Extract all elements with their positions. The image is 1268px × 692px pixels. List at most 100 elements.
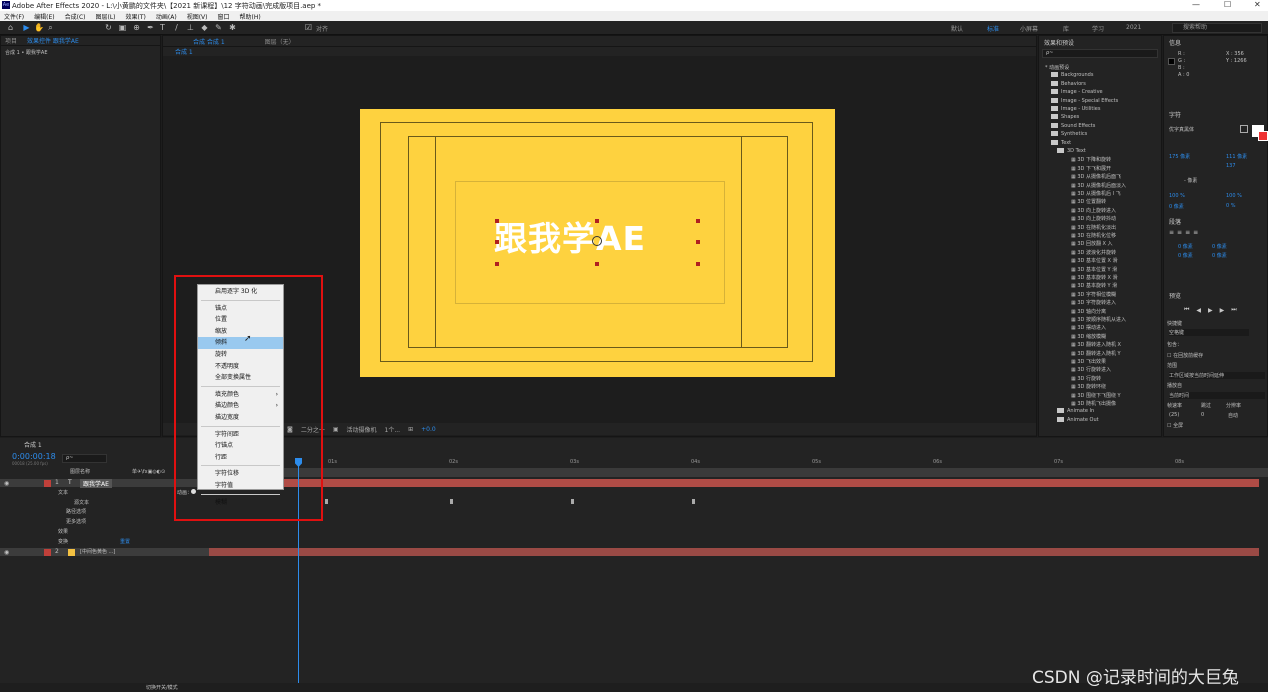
cache-checkbox[interactable]: ☐ 在回放前缓存 — [1167, 352, 1203, 359]
effects-preset-item[interactable]: ▦ 3D 行旋转 — [1071, 375, 1101, 382]
path-options-group[interactable]: 路径选项 — [66, 508, 86, 515]
type-tool-icon[interactable]: T — [158, 23, 167, 32]
context-menu-item[interactable]: 旋转 — [198, 349, 283, 361]
roto-brush-tool-icon[interactable]: ✎ — [214, 23, 223, 32]
transform-handle[interactable] — [595, 262, 599, 266]
effects-folder[interactable]: Backgrounds — [1051, 72, 1093, 78]
context-menu-item[interactable]: 不透明度 — [198, 361, 283, 373]
effects-folder[interactable]: Image - Utilities — [1051, 106, 1100, 112]
effects-folder[interactable]: Behaviors — [1051, 80, 1086, 87]
effects-folder[interactable]: Synthetics — [1051, 131, 1087, 137]
region-icon[interactable]: ▣ — [333, 426, 339, 433]
tab-effect-controls[interactable]: 效果控件 跟我学AE — [27, 36, 79, 45]
keyframe[interactable] — [325, 499, 328, 504]
transform-handle[interactable] — [495, 240, 499, 244]
transform-handle[interactable] — [495, 219, 499, 223]
maximize-button[interactable]: ☐ — [1224, 0, 1231, 9]
effects-preset-item[interactable]: ▦ 3D 翻转进入随机 Y — [1071, 350, 1121, 357]
context-menu-item[interactable]: 锚点 — [198, 303, 283, 315]
visibility-eye-icon[interactable]: ◉ — [4, 549, 9, 556]
effects-preset-item[interactable]: ▦ 3D 回放翻 X 入 — [1071, 240, 1113, 247]
first-frame-icon[interactable]: ⏮ — [1184, 306, 1189, 314]
context-menu-item[interactable]: 缩放 — [198, 326, 283, 338]
context-menu-item[interactable]: 填充颜色 › — [198, 389, 283, 401]
effects-preset-item[interactable]: ▦ 3D 从摄像机后面飞 — [1071, 173, 1121, 180]
indent-right-value[interactable]: 0 像素 — [1212, 243, 1227, 250]
effects-preset-item[interactable]: ▦ 3D 在随机化位移 — [1071, 232, 1116, 239]
font-size-value[interactable]: 175 像素 — [1169, 153, 1190, 160]
effects-preset-item[interactable]: ▦ 3D 字符旋转进入 — [1071, 299, 1116, 306]
effects-preset-item[interactable]: ▦ 3D 轴向分离 — [1071, 308, 1106, 315]
transform-handle[interactable] — [696, 262, 700, 266]
effects-preset-item[interactable]: ▦ 3D 按顺序随机从进入 — [1071, 316, 1126, 323]
menu-composition[interactable]: 合成(C) — [65, 12, 86, 21]
snap-checkbox-icon[interactable]: ☑ — [304, 23, 313, 32]
menu-view[interactable]: 视图(V) — [187, 12, 208, 21]
timeline-search-input[interactable]: ρ~ — [62, 454, 107, 463]
effects-preset-item[interactable]: ▦ 3D 基本位置 Y 滑 — [1071, 266, 1117, 273]
effects-preset-item[interactable]: ▦ 3D 基本位置 X 滑 — [1071, 257, 1118, 264]
context-menu-item[interactable]: 行距 — [198, 452, 283, 464]
layer-2-duration-bar[interactable] — [209, 548, 1259, 556]
menu-edit[interactable]: 编辑(E) — [34, 12, 54, 21]
workspace-learn[interactable]: 学习 — [1092, 24, 1104, 33]
effects-preset-item[interactable]: ▦ 3D 缩放模糊 — [1071, 333, 1106, 340]
workspace-small-screen[interactable]: 小屏幕 — [1020, 24, 1038, 33]
visibility-eye-icon[interactable]: ◉ — [4, 480, 9, 487]
effects-group[interactable]: 效果 — [58, 528, 68, 535]
layer-name[interactable]: [中间色黄色 ...] — [80, 548, 115, 555]
effects-preset-item[interactable]: ▦ 3D 围绕下飞围绕 Y — [1071, 392, 1121, 399]
last-frame-icon[interactable]: ⏭ — [1231, 306, 1236, 314]
play-from-select[interactable]: 当前时间 — [1169, 392, 1265, 399]
indent-left-value[interactable]: 0 像素 — [1178, 243, 1193, 250]
camera-tool-icon[interactable]: ▣ — [118, 23, 127, 32]
vertical-scale-value[interactable]: 100 % — [1169, 193, 1185, 199]
menu-file[interactable]: 文件(F) — [4, 12, 24, 21]
menu-effect[interactable]: 效果(T) — [126, 12, 146, 21]
effects-preset-item[interactable]: ▦ 3D 摆动进入 — [1071, 324, 1106, 331]
stroke-width-value[interactable]: - 像素 — [1184, 177, 1197, 184]
next-frame-icon[interactable]: ▶ — [1220, 307, 1225, 314]
workspace-standard[interactable]: 标准 — [987, 24, 999, 33]
transform-handle[interactable] — [696, 219, 700, 223]
current-timecode[interactable]: 0:00:00:18 — [12, 452, 56, 461]
text-group[interactable]: 文本 — [58, 489, 68, 496]
effects-folder[interactable]: Animate Out — [1057, 416, 1099, 423]
selection-tool-icon[interactable]: ▶ — [22, 23, 31, 32]
layer-label-color[interactable] — [44, 480, 51, 487]
align-center-icon[interactable]: ≡ — [1177, 229, 1182, 236]
prev-frame-icon[interactable]: ◀ — [1196, 307, 1201, 314]
column-source-name[interactable]: 图层名称 — [70, 468, 90, 475]
play-icon[interactable]: ▶ — [1208, 307, 1213, 314]
context-menu-item[interactable]: 描边宽度 — [198, 412, 283, 424]
layer-row-2[interactable]: ◉ 2 [中间色黄色 ...] — [0, 548, 209, 556]
context-menu-item[interactable]: 字符间距 — [198, 429, 283, 441]
context-menu-item[interactable]: 描边颜色 › — [198, 400, 283, 412]
effects-preset-item[interactable]: ▦ 3D 向上旋转抖动 — [1071, 215, 1116, 222]
pen-tool-icon[interactable]: ✒ — [146, 23, 155, 32]
shortcut-select[interactable]: 空格键 — [1169, 329, 1249, 336]
effects-preset-item[interactable]: ▦ 3D 下飞和展开 — [1071, 165, 1111, 172]
tab-project[interactable]: 项目 — [5, 36, 17, 45]
first-line-indent-value[interactable]: 0 像素 — [1178, 252, 1193, 259]
puppet-tool-icon[interactable]: ✱ — [228, 23, 237, 32]
fullscreen-checkbox[interactable]: ☐ 全屏 — [1167, 422, 1183, 429]
transform-group[interactable]: 变换 — [58, 538, 68, 545]
effects-preset-item[interactable]: ▦ 3D 下降和旋转 — [1071, 156, 1111, 163]
hand-tool-icon[interactable]: ✋ — [34, 23, 44, 32]
font-family-select[interactable]: 优字真黑体 — [1169, 126, 1229, 133]
space-before-value[interactable]: 0 像素 — [1212, 252, 1227, 259]
timeline-tab[interactable]: 合成 1 — [24, 440, 42, 449]
pan-behind-tool-icon[interactable]: ⊕ — [132, 23, 141, 32]
eyedropper-icon[interactable] — [1240, 125, 1248, 133]
workspace-2021[interactable]: 2021 — [1126, 24, 1141, 31]
effects-preset-item[interactable]: ▦ 3D 位置翻转 — [1071, 198, 1106, 205]
effects-preset-item[interactable]: ▦ 3D 基本旋转 X 滑 — [1071, 274, 1118, 281]
effects-preset-item[interactable]: ▦ 3D 旋转环绕 — [1071, 383, 1106, 390]
grid-icon[interactable]: ⊞ — [408, 426, 413, 433]
context-menu-item[interactable]: 模糊 — [198, 497, 283, 509]
effects-preset-item[interactable]: ▦ 3D 从摄像机后面淡入 — [1071, 182, 1126, 189]
effects-folder[interactable]: Shapes — [1051, 114, 1079, 120]
stroke-color-swatch[interactable] — [1258, 131, 1268, 141]
views-select[interactable]: 1个... — [385, 425, 401, 434]
